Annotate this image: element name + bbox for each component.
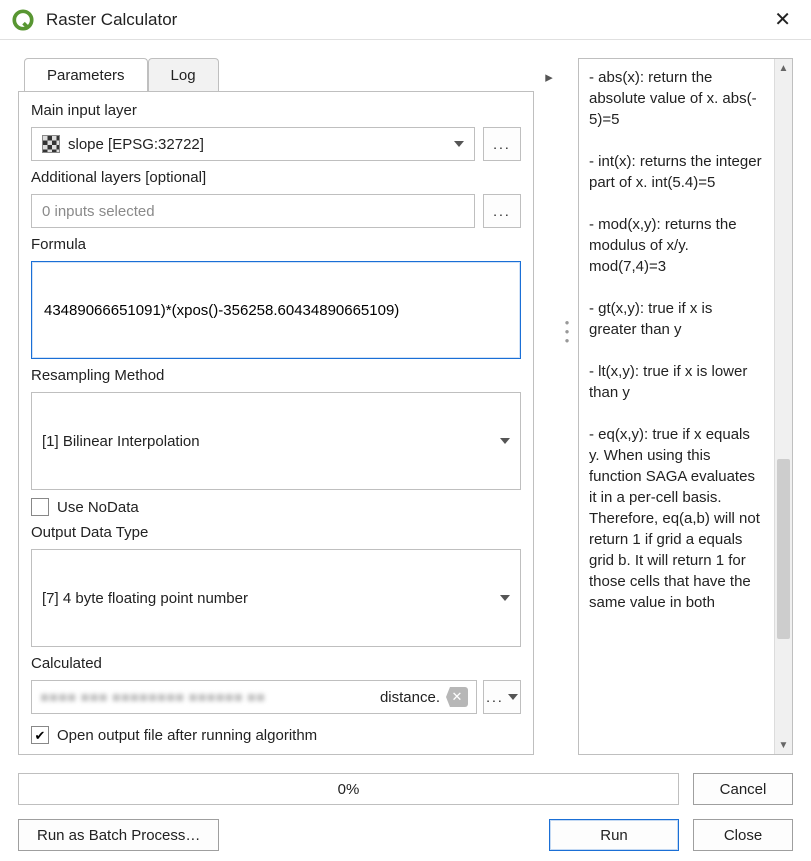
calculated-output-field[interactable]: ■■■■ ■■■ ■■■■■■■■ ■■■■■■ ■■ distance. ✕ bbox=[31, 680, 477, 714]
raster-layer-icon bbox=[42, 135, 60, 153]
close-button[interactable]: Close bbox=[693, 819, 793, 851]
chevron-down-icon bbox=[454, 141, 464, 147]
main-input-layer-combo[interactable]: slope [EPSG:32722] bbox=[31, 127, 475, 161]
formula-input-field[interactable] bbox=[42, 301, 510, 320]
tab-log[interactable]: Log bbox=[148, 58, 219, 92]
calculated-browse-label: ... bbox=[486, 689, 504, 705]
calculated-output-suffix: distance. bbox=[380, 689, 440, 706]
label-formula: Formula bbox=[31, 236, 521, 253]
scroll-up-arrow-icon[interactable]: ▲ bbox=[775, 59, 792, 77]
main-input-layer-value: slope [EPSG:32722] bbox=[68, 136, 446, 153]
output-data-type-value: [7] 4 byte floating point number bbox=[42, 590, 492, 607]
parameters-panel: Main input layer slope [EPSG:32722] ... … bbox=[18, 91, 534, 755]
formula-input[interactable] bbox=[31, 261, 521, 359]
progress-bar: 0% bbox=[18, 773, 679, 805]
window-close-button[interactable]: ✕ bbox=[766, 3, 799, 36]
tab-parameters[interactable]: Parameters bbox=[24, 58, 148, 92]
tab-bar: Parameters Log bbox=[18, 58, 534, 92]
label-use-nodata: Use NoData bbox=[57, 499, 139, 516]
titlebar: Raster Calculator ✕ bbox=[0, 0, 811, 40]
progress-text: 0% bbox=[338, 781, 360, 798]
resampling-method-value: [1] Bilinear Interpolation bbox=[42, 433, 492, 450]
run-as-batch-button[interactable]: Run as Batch Process… bbox=[18, 819, 219, 851]
additional-layers-value: 0 inputs selected bbox=[42, 203, 464, 220]
chevron-down-icon bbox=[508, 694, 518, 700]
clear-output-button[interactable]: ✕ bbox=[446, 687, 468, 707]
resampling-method-combo[interactable]: [1] Bilinear Interpolation bbox=[31, 392, 521, 490]
splitter-handle[interactable]: ●●● bbox=[564, 58, 570, 755]
qgis-logo-icon bbox=[12, 9, 34, 31]
scrollbar-thumb[interactable] bbox=[777, 459, 790, 639]
main-input-layer-browse-button[interactable]: ... bbox=[483, 127, 521, 161]
window-title: Raster Calculator bbox=[46, 10, 766, 30]
chevron-down-icon bbox=[500, 595, 510, 601]
label-additional-layers: Additional layers [optional] bbox=[31, 169, 521, 186]
additional-layers-browse-button[interactable]: ... bbox=[483, 194, 521, 228]
run-button[interactable]: Run bbox=[549, 819, 679, 851]
help-text: - abs(x): return the absolute value of x… bbox=[579, 59, 774, 754]
chevron-down-icon bbox=[500, 438, 510, 444]
open-output-checkbox[interactable] bbox=[31, 726, 49, 744]
calculated-output-browse-button[interactable]: ... bbox=[483, 680, 521, 714]
label-resampling-method: Resampling Method bbox=[31, 367, 521, 384]
cancel-button[interactable]: Cancel bbox=[693, 773, 793, 805]
output-data-type-combo[interactable]: [7] 4 byte floating point number bbox=[31, 549, 521, 647]
use-nodata-checkbox[interactable] bbox=[31, 498, 49, 516]
calculated-output-path: ■■■■ ■■■ ■■■■■■■■ ■■■■■■ ■■ bbox=[40, 689, 380, 706]
label-open-output: Open output file after running algorithm bbox=[57, 727, 317, 744]
scroll-down-arrow-icon[interactable]: ▼ bbox=[775, 736, 792, 754]
label-calculated: Calculated bbox=[31, 655, 521, 672]
panel-collapse-arrow-icon[interactable]: ▸ bbox=[542, 58, 556, 755]
label-output-data-type: Output Data Type bbox=[31, 524, 521, 541]
help-panel: - abs(x): return the absolute value of x… bbox=[578, 58, 793, 755]
label-main-input-layer: Main input layer bbox=[31, 102, 521, 119]
help-scrollbar[interactable]: ▲ ▼ bbox=[774, 59, 792, 754]
additional-layers-combo[interactable]: 0 inputs selected bbox=[31, 194, 475, 228]
